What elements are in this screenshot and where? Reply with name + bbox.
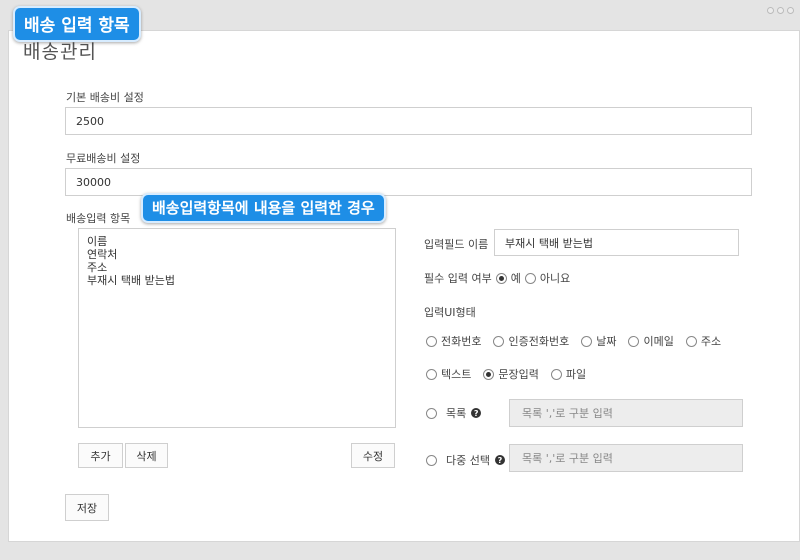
multi-option-radio[interactable] xyxy=(426,454,437,466)
window-dot-icon[interactable] xyxy=(787,7,794,14)
option-label: 이메일 xyxy=(643,335,674,348)
required-yes-radio[interactable] xyxy=(495,272,507,284)
ui-type-option[interactable]: 이메일 xyxy=(628,333,674,349)
list-option-row: 목록? xyxy=(426,405,482,421)
list-option-label: 목록 xyxy=(446,407,467,420)
list-item[interactable]: 이름 xyxy=(87,235,387,248)
ui-type-label: 입력UI형태 xyxy=(424,306,476,319)
list-option-input[interactable]: 목록 ','로 구분 입력 xyxy=(509,399,743,427)
add-button[interactable]: 추가 xyxy=(78,443,123,468)
window-dot-icon[interactable] xyxy=(767,7,774,14)
radio-icon[interactable] xyxy=(581,335,593,347)
save-button[interactable]: 저장 xyxy=(65,494,109,521)
base-fee-label: 기본 배송비 설정 xyxy=(66,91,144,104)
option-label: 파일 xyxy=(565,368,587,381)
base-fee-value: 2500 xyxy=(76,114,104,128)
list-option-placeholder: 목록 ','로 구분 입력 xyxy=(522,407,613,420)
required-no-radio[interactable] xyxy=(524,272,536,284)
field-name-label: 입력필드 이름 xyxy=(424,238,489,251)
option-label: 전화번호 xyxy=(441,335,482,348)
radio-icon[interactable] xyxy=(685,335,697,347)
list-item[interactable]: 부재시 택배 받는법 xyxy=(87,274,387,287)
required-no-label: 아니요 xyxy=(539,272,571,285)
multi-option-input[interactable]: 목록 ','로 구분 입력 xyxy=(509,444,743,472)
radio-icon[interactable] xyxy=(426,368,437,380)
option-label: 텍스트 xyxy=(441,368,472,381)
ui-type-option[interactable]: 인증전화번호 xyxy=(493,333,569,349)
radio-icon[interactable] xyxy=(493,335,505,347)
delete-button[interactable]: 삭제 xyxy=(125,443,168,468)
ui-type-option[interactable]: 문장입력 xyxy=(483,366,539,382)
ui-type-option[interactable]: 주소 xyxy=(685,333,722,349)
field-name-input[interactable]: 부재시 택배 받는법 xyxy=(494,229,739,256)
radio-selected-icon[interactable] xyxy=(483,368,495,380)
multi-option-row: 다중 선택? xyxy=(426,452,505,468)
ui-type-option[interactable]: 텍스트 xyxy=(426,366,471,382)
app-window: 배송관리 기본 배송비 설정 2500 무료배송비 설정 30000 배송입력 … xyxy=(0,0,800,560)
field-name-value: 부재시 택배 받는법 xyxy=(505,236,593,250)
radio-icon[interactable] xyxy=(426,335,437,347)
delivery-items-list[interactable]: 이름 연락처 주소 부재시 택배 받는법 xyxy=(78,228,396,428)
multi-option-placeholder: 목록 ','로 구분 입력 xyxy=(522,452,613,465)
radio-icon[interactable] xyxy=(550,368,562,380)
list-item[interactable]: 주소 xyxy=(87,261,387,274)
ui-type-option[interactable]: 파일 xyxy=(550,366,587,382)
callout-middle: 배송입력항목에 내용을 입력한 경우 xyxy=(141,193,386,223)
radio-icon[interactable] xyxy=(628,335,640,347)
ui-type-option[interactable]: 날짜 xyxy=(581,333,616,349)
option-label: 인증전화번호 xyxy=(508,335,570,348)
ui-type-row2: 텍스트 문장입력 파일 xyxy=(426,366,594,382)
free-fee-label: 무료배송비 설정 xyxy=(66,152,141,165)
ui-type-row1: 전화번호 인증전화번호 날짜 이메일 주소 xyxy=(426,333,729,349)
free-fee-input[interactable]: 30000 xyxy=(65,168,752,196)
list-option-radio[interactable] xyxy=(426,407,437,419)
option-label: 주소 xyxy=(700,335,722,348)
multi-option-label: 다중 선택 xyxy=(446,454,490,467)
required-label: 필수 입력 여부 xyxy=(424,272,492,285)
callout-top: 배송 입력 항목 xyxy=(13,6,141,42)
edit-button[interactable]: 수정 xyxy=(351,443,395,468)
required-yes-label: 예 xyxy=(510,272,521,285)
base-fee-input[interactable]: 2500 xyxy=(65,107,752,135)
window-controls xyxy=(767,7,794,14)
option-label: 날짜 xyxy=(596,335,617,348)
delivery-items-label: 배송입력 항목 xyxy=(66,212,131,225)
list-item[interactable]: 연락처 xyxy=(87,248,387,261)
required-row: 필수 입력 여부 예 아니요 xyxy=(424,270,570,286)
help-icon[interactable]: ? xyxy=(471,408,482,418)
option-label: 문장입력 xyxy=(498,368,539,381)
ui-type-option[interactable]: 전화번호 xyxy=(426,333,481,349)
help-icon[interactable]: ? xyxy=(494,455,505,465)
window-dot-icon[interactable] xyxy=(777,7,784,14)
free-fee-value: 30000 xyxy=(76,175,111,189)
